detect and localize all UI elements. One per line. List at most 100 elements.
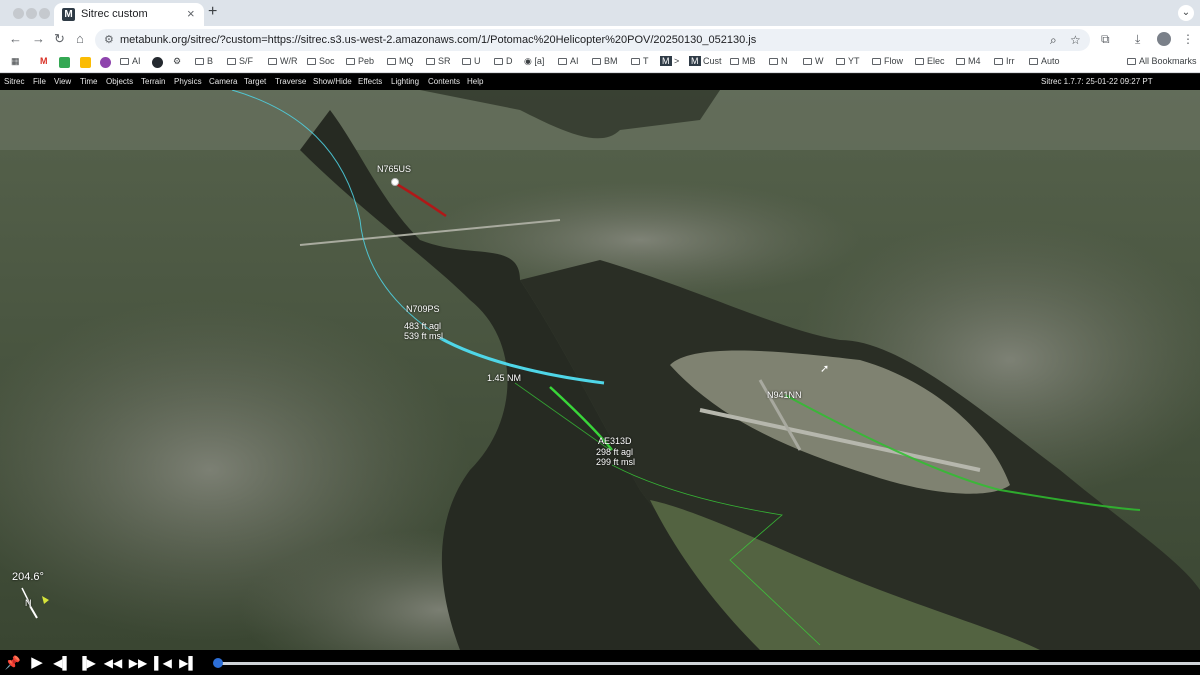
skip-start-button[interactable]: ▌◀ [153, 653, 173, 673]
bookmark-sheets-icon[interactable] [59, 57, 70, 68]
menu-objects[interactable]: Objects [106, 77, 133, 86]
profile-avatar[interactable] [1157, 32, 1171, 46]
bookmark-star-icon[interactable]: ☆ [1070, 33, 1081, 47]
menu-camera[interactable]: Camera [209, 77, 237, 86]
apps-grid-icon[interactable]: ▦ [11, 56, 20, 67]
bookmark-folder-m4[interactable]: M4 [956, 56, 981, 66]
bookmark-folder-soc[interactable]: Soc [307, 56, 335, 66]
menu-terrain[interactable]: Terrain [141, 77, 165, 86]
zoom-window-button[interactable] [39, 8, 50, 19]
bookmarks-bar: ▦ M AI ⚙ B S/F W/R Soc Peb MQ SR U D ◉ [… [0, 53, 1200, 73]
new-tab-button[interactable]: + [208, 3, 217, 21]
bookmark-circle-icon[interactable] [100, 57, 111, 68]
bookmark-folder-yt[interactable]: YT [836, 56, 860, 66]
browser-menu-icon[interactable]: ⋮ [1182, 32, 1194, 46]
address-bar[interactable]: ⚙ metabunk.org/sitrec/?custom=https://si… [95, 29, 1090, 51]
compass-north-label: N [25, 598, 32, 608]
reload-button[interactable]: ↻ [54, 31, 65, 47]
tab-search-button[interactable]: ⌄ [1178, 5, 1194, 21]
menu-effects[interactable]: Effects [358, 77, 382, 86]
home-button[interactable]: ⌂ [76, 31, 84, 46]
bookmark-gmail[interactable]: M [40, 56, 48, 66]
terrain-scene [0, 90, 1200, 650]
menu-help[interactable]: Help [467, 77, 483, 86]
pin-button[interactable]: 📌 [3, 653, 23, 673]
folder-icon [494, 58, 503, 65]
fast-forward-button[interactable]: ▶▶ [128, 653, 148, 673]
menu-contents[interactable]: Contents [428, 77, 460, 86]
n765us-marker[interactable] [391, 178, 399, 186]
bookmark-drive-icon[interactable] [80, 57, 91, 68]
bookmark-label: YT [848, 56, 860, 66]
bookmark-folder-ai-2[interactable]: AI [558, 56, 579, 66]
folder-icon [426, 58, 435, 65]
menu-time[interactable]: Time [80, 77, 97, 86]
timeline-bar: 📌 ▶ ◀▌ ▐▶ ◀◀ ▶▶ ▌◀ ▶▌ [0, 650, 1200, 675]
menu-file[interactable]: File [33, 77, 46, 86]
close-window-button[interactable] [13, 8, 24, 19]
map-viewport[interactable]: N765US N709PS 483 ft agl 539 ft msl 1.45… [0, 90, 1200, 650]
aircraft-msl: 539 ft msl [404, 331, 444, 341]
bookmark-metabunk-cust[interactable]: M Cust [689, 56, 722, 66]
timeline-track[interactable] [214, 662, 1200, 665]
site-info-icon[interactable]: ⚙ [104, 33, 114, 46]
timeline-scrubber[interactable] [213, 658, 223, 668]
bookmark-folder-wr[interactable]: W/R [268, 56, 298, 66]
forward-button[interactable]: → [32, 31, 45, 46]
bookmark-folder-u[interactable]: U [462, 56, 481, 66]
bookmark-folder-ai[interactable]: AI [120, 56, 141, 66]
bookmark-folder-sr[interactable]: SR [426, 56, 451, 66]
skip-end-button[interactable]: ▶▌ [178, 653, 198, 673]
menu-target[interactable]: Target [244, 77, 266, 86]
step-forward-button[interactable]: ▐▶ [77, 653, 97, 673]
menu-view[interactable]: View [54, 77, 71, 86]
bookmark-github-icon[interactable] [152, 57, 163, 68]
extensions-icon[interactable]: ⧉ [1101, 32, 1110, 47]
play-button[interactable]: ▶ [27, 653, 47, 673]
rewind-icon: ◀◀ [103, 656, 123, 670]
bookmark-folder-sf[interactable]: S/F [227, 56, 253, 66]
bookmark-folder-mb[interactable]: MB [730, 56, 756, 66]
bookmark-folder-mq[interactable]: MQ [387, 56, 414, 66]
aircraft-callsign: AE313D [598, 436, 632, 446]
menu-lighting[interactable]: Lighting [391, 77, 419, 86]
menu-physics[interactable]: Physics [174, 77, 202, 86]
bookmark-folder-b[interactable]: B [195, 56, 213, 66]
aircraft-callsign: N709PS [406, 304, 440, 314]
bookmark-folder-bm[interactable]: BM [592, 56, 618, 66]
menu-traverse[interactable]: Traverse [275, 77, 306, 86]
play-icon: ▶ [31, 654, 43, 671]
bookmark-folder-irr[interactable]: Irr [994, 56, 1015, 66]
bookmark-folder-t[interactable]: T [631, 56, 649, 66]
skip-end-icon: ▶▌ [179, 656, 197, 670]
menu-sitrec[interactable]: Sitrec [4, 77, 24, 86]
tab-close-icon[interactable]: × [187, 6, 195, 21]
bookmark-a[interactable]: ◉ [a] [524, 56, 544, 67]
tab-sitrec[interactable]: M Sitrec custom × [54, 3, 204, 26]
bookmark-folder-w[interactable]: W [803, 56, 824, 66]
zoom-search-icon[interactable]: ⌕ [1050, 33, 1057, 48]
bookmark-label: S/F [239, 56, 254, 66]
bookmark-folder-auto[interactable]: Auto [1029, 56, 1060, 66]
folder-icon [307, 58, 316, 65]
heading-readout: 204.6° [12, 571, 44, 583]
bookmark-folder-n[interactable]: N [769, 56, 788, 66]
bookmark-folder-peb[interactable]: Peb [346, 56, 374, 66]
bookmark-metabunk-next[interactable]: M > [660, 56, 679, 66]
back-button[interactable]: ← [9, 31, 22, 46]
folder-icon [227, 58, 236, 65]
bookmark-label: MB [742, 56, 756, 66]
bookmark-folder-d[interactable]: D [494, 56, 513, 66]
bookmark-label: N [781, 56, 788, 66]
menu-show-hide[interactable]: Show/Hide [313, 77, 352, 86]
all-bookmarks-button[interactable]: All Bookmarks [1127, 56, 1197, 66]
bookmark-folder-flow[interactable]: Flow [872, 56, 903, 66]
rewind-button[interactable]: ◀◀ [103, 653, 123, 673]
step-back-button[interactable]: ◀▌ [52, 653, 72, 673]
minimize-window-button[interactable] [26, 8, 37, 19]
downloads-icon[interactable]: ⤓ [1135, 32, 1140, 47]
label-n941nn: N941NN [767, 390, 802, 400]
bookmark-gear-icon[interactable]: ⚙ [173, 56, 181, 67]
bookmark-folder-elec[interactable]: Elec [915, 56, 945, 66]
bookmark-label: Cust [703, 56, 722, 66]
